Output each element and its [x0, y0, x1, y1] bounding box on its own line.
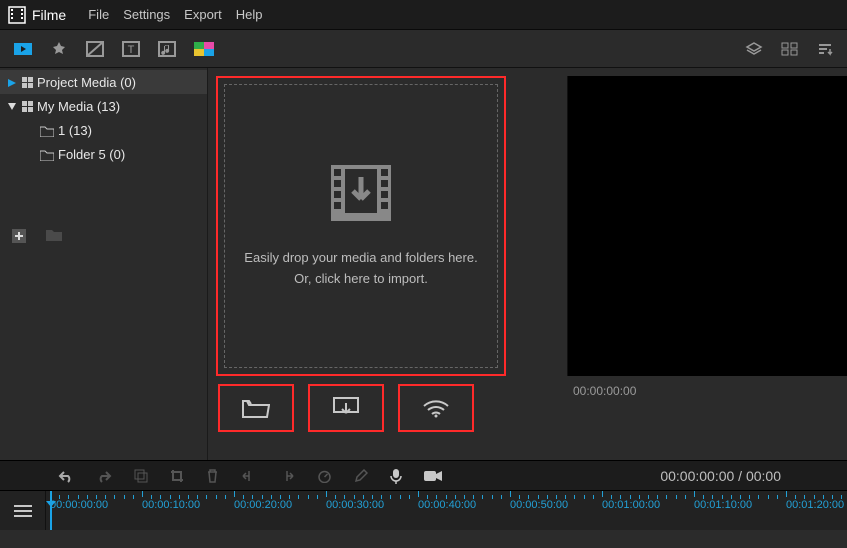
menu-export[interactable]: Export [184, 7, 222, 22]
layers-icon[interactable] [745, 41, 763, 57]
crop-icon[interactable] [170, 469, 184, 483]
app-logo: Filme [8, 6, 66, 24]
dropzone-highlight: Easily drop your media and folders here.… [216, 76, 506, 376]
folder-dim-icon[interactable] [46, 229, 62, 246]
ruler-mark: 00:01:00:00 [602, 491, 660, 511]
global-timecode: 00:00:00:00 / 00:00 [660, 468, 789, 484]
device-download-icon [333, 397, 359, 419]
edit-icon[interactable] [354, 469, 368, 483]
svg-text:T: T [128, 44, 135, 56]
preview-viewport[interactable] [567, 76, 847, 376]
undo-icon[interactable] [58, 469, 74, 483]
split-back-icon[interactable] [241, 470, 257, 482]
menu-settings[interactable]: Settings [123, 7, 170, 22]
timeline-ruler[interactable]: 00:00:00:00 00:00:10:00 00:00:20:00 00:00:3… [0, 490, 847, 530]
sort-icon[interactable] [817, 42, 833, 56]
camera-icon[interactable] [424, 470, 442, 482]
ruler-mark: 00:01:10:00 [694, 491, 752, 511]
import-folder-button[interactable] [218, 384, 294, 432]
transitions-tab-icon[interactable] [86, 41, 104, 57]
media-tree: Project Media (0) My Media (13) 1 (13) [0, 68, 208, 460]
text-tab-icon[interactable]: T [122, 41, 140, 57]
ruler-mark: 00:00:20:00 [234, 491, 292, 511]
import-wireless-button[interactable] [398, 384, 474, 432]
dropzone-text-1: Easily drop your media and folders here. [244, 248, 477, 269]
menu-file[interactable]: File [88, 7, 109, 22]
tree-project-media[interactable]: Project Media (0) [0, 70, 207, 94]
redo-icon[interactable] [96, 469, 112, 483]
split-fwd-icon[interactable] [279, 470, 295, 482]
app-icon [8, 6, 26, 24]
folder-icon [40, 125, 54, 135]
play-arrow-icon [6, 75, 18, 90]
tree-label: My Media (13) [37, 99, 120, 114]
sidebar-actions [0, 223, 207, 252]
import-media-icon [329, 163, 393, 226]
delete-icon[interactable] [206, 469, 219, 483]
grid-icon [22, 101, 33, 112]
chevron-down-icon [6, 99, 18, 114]
media-tab-icon[interactable] [14, 41, 32, 57]
tree-folder-1[interactable]: 1 (13) [0, 118, 207, 142]
grid-icon [22, 77, 33, 88]
ruler-mark: 00:00:30:00 [326, 491, 384, 511]
preview-timecode: 00:00:00:00 [567, 376, 847, 398]
tree-label: Folder 5 (0) [58, 147, 125, 162]
color-bars-icon[interactable] [194, 42, 214, 56]
copy-icon[interactable] [134, 469, 148, 483]
media-panel: Easily drop your media and folders here.… [208, 68, 567, 460]
wifi-icon [422, 398, 450, 418]
tree-my-media[interactable]: My Media (13) [0, 94, 207, 118]
title-bar: Filme File Settings Export Help [0, 0, 847, 30]
speed-icon[interactable] [317, 469, 332, 483]
menu-bar: File Settings Export Help [88, 7, 262, 22]
timeline-track[interactable] [0, 530, 847, 548]
add-icon[interactable] [12, 229, 26, 246]
import-device-button[interactable] [308, 384, 384, 432]
app-name: Filme [32, 7, 66, 23]
folder-open-icon [242, 397, 270, 419]
tree-label: 1 (13) [58, 123, 92, 138]
tree-folder-5[interactable]: Folder 5 (0) [0, 142, 207, 166]
ruler-mark: 00:00:10:00 [142, 491, 200, 511]
preview-pane: 00:00:00:00 [567, 68, 847, 460]
dropzone-text-2: Or, click here to import. [294, 269, 428, 290]
audio-tab-icon[interactable] [158, 41, 176, 57]
grid-view-icon[interactable] [781, 41, 799, 57]
import-dropzone[interactable]: Easily drop your media and folders here.… [224, 84, 498, 368]
ruler-mark: 00:00:40:00 [418, 491, 476, 511]
timeline-menu-icon[interactable] [0, 491, 46, 530]
tool-strip: T [0, 30, 847, 68]
effects-tab-icon[interactable] [50, 41, 68, 57]
folder-icon [40, 149, 54, 159]
tree-label: Project Media (0) [37, 75, 136, 90]
timeline-toolbar: 00:00:00:00 / 00:00 [0, 460, 847, 490]
ruler-mark: 00:00:50:00 [510, 491, 568, 511]
menu-help[interactable]: Help [236, 7, 263, 22]
ruler-mark: 00:00:00:00 [50, 491, 108, 511]
mic-icon[interactable] [390, 468, 402, 484]
ruler-mark: 00:01:20:00 [786, 491, 844, 511]
